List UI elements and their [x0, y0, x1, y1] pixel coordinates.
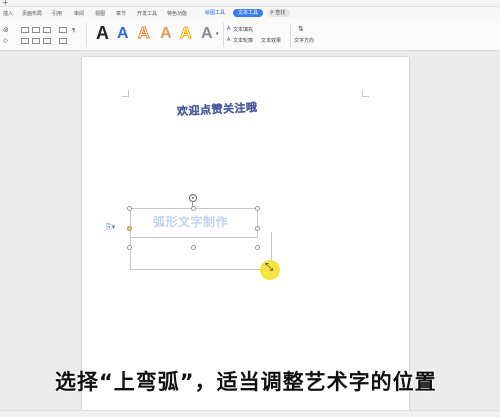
- tutorial-caption: 选择“上弯弧”，适当调整艺术字的位置: [55, 370, 437, 394]
- borders-icon[interactable]: [59, 38, 67, 44]
- wordart-style-blue[interactable]: A: [117, 26, 129, 42]
- menu-bar: 插入 页面布局 引用 审阅 视图 章节 开发工具 特色功能 绘图工具 文本工具 …: [0, 7, 500, 19]
- menu-features[interactable]: 特色功能: [167, 10, 187, 17]
- clear-format-icon[interactable]: ⊘: [3, 26, 9, 34]
- wordart-style-orange-outline[interactable]: A: [138, 25, 151, 42]
- wordart-style-black[interactable]: A: [96, 24, 109, 42]
- resize-handle-bottom[interactable]: [191, 245, 196, 250]
- wordart-style-orange[interactable]: A: [160, 26, 172, 42]
- margin-mark-top-left: [122, 90, 129, 97]
- text-fill-icon: A: [227, 26, 231, 32]
- anchor-icon[interactable]: ⎘▾: [106, 223, 115, 232]
- text-direction-button[interactable]: 文字方向: [294, 37, 314, 44]
- styles-more-icon[interactable]: ▾: [216, 31, 219, 37]
- menu-references[interactable]: 引用: [52, 10, 62, 17]
- wordart-style-gray[interactable]: A: [201, 26, 213, 42]
- line-spacing-icon[interactable]: [59, 27, 67, 33]
- menu-developer[interactable]: 开发工具: [137, 10, 157, 17]
- margin-mark-top-right: [362, 90, 369, 97]
- tab-text-tools[interactable]: 文本工具: [233, 9, 263, 17]
- ribbon-divider: [290, 23, 291, 47]
- wordart-style-yellow-outline[interactable]: A: [180, 25, 193, 42]
- mouse-cursor-highlight: [260, 260, 280, 280]
- menu-view[interactable]: 视图: [95, 10, 105, 17]
- paragraph-icon[interactable]: ¶: [72, 28, 75, 34]
- justify-icon[interactable]: [43, 38, 51, 44]
- text-outline-icon: A: [227, 37, 231, 43]
- rotate-handle[interactable]: [189, 194, 197, 202]
- title-bar: +: [0, 0, 500, 7]
- text-fill-button[interactable]: 文本填充: [233, 26, 253, 33]
- resize-handle-bottom-left[interactable]: [127, 245, 132, 250]
- indent-icon[interactable]: [21, 38, 29, 44]
- ribbon-divider: [86, 23, 87, 47]
- align-left-icon[interactable]: [21, 27, 29, 33]
- adjust-handle[interactable]: [127, 226, 132, 231]
- new-tab-button[interactable]: +: [2, 0, 9, 7]
- ribbon-divider: [223, 23, 224, 47]
- menu-review[interactable]: 审阅: [74, 10, 84, 17]
- wordart-selected-text[interactable]: 弧形文字制作: [153, 213, 228, 230]
- align-right-icon[interactable]: [43, 27, 51, 33]
- resize-handle-top[interactable]: [191, 206, 196, 211]
- align-center-icon[interactable]: [32, 27, 40, 33]
- font-color-icon[interactable]: ◇: [3, 37, 8, 44]
- outdent-icon[interactable]: [32, 38, 40, 44]
- status-bar: [0, 410, 500, 417]
- text-effect-button[interactable]: 文本效果: [261, 37, 281, 44]
- menu-chapter[interactable]: 章节: [116, 10, 126, 17]
- search-label: 查找: [275, 10, 286, 16]
- resize-handle-bottom-right[interactable]: [255, 245, 260, 250]
- wordart-outer-frame[interactable]: [130, 232, 272, 270]
- tab-drawing-tools[interactable]: 绘图工具: [200, 9, 230, 17]
- text-direction-icon: ⇅: [298, 25, 304, 33]
- resize-handle-top-right[interactable]: [255, 206, 260, 211]
- text-outline-button[interactable]: 文本轮廓: [233, 37, 253, 44]
- menu-insert[interactable]: 插入: [3, 10, 13, 17]
- ribbon: ⊘ ◇ ¶ A A A A A A ▾ A 文本填充 A 文本轮廓 文本效果 ⇅…: [0, 19, 500, 51]
- search-box[interactable]: ⚲ 查找: [268, 9, 290, 17]
- search-icon: ⚲: [270, 10, 274, 16]
- resize-handle-top-left[interactable]: [127, 206, 132, 211]
- resize-handle-right[interactable]: [255, 226, 260, 231]
- menu-page-layout[interactable]: 页面布局: [22, 10, 42, 17]
